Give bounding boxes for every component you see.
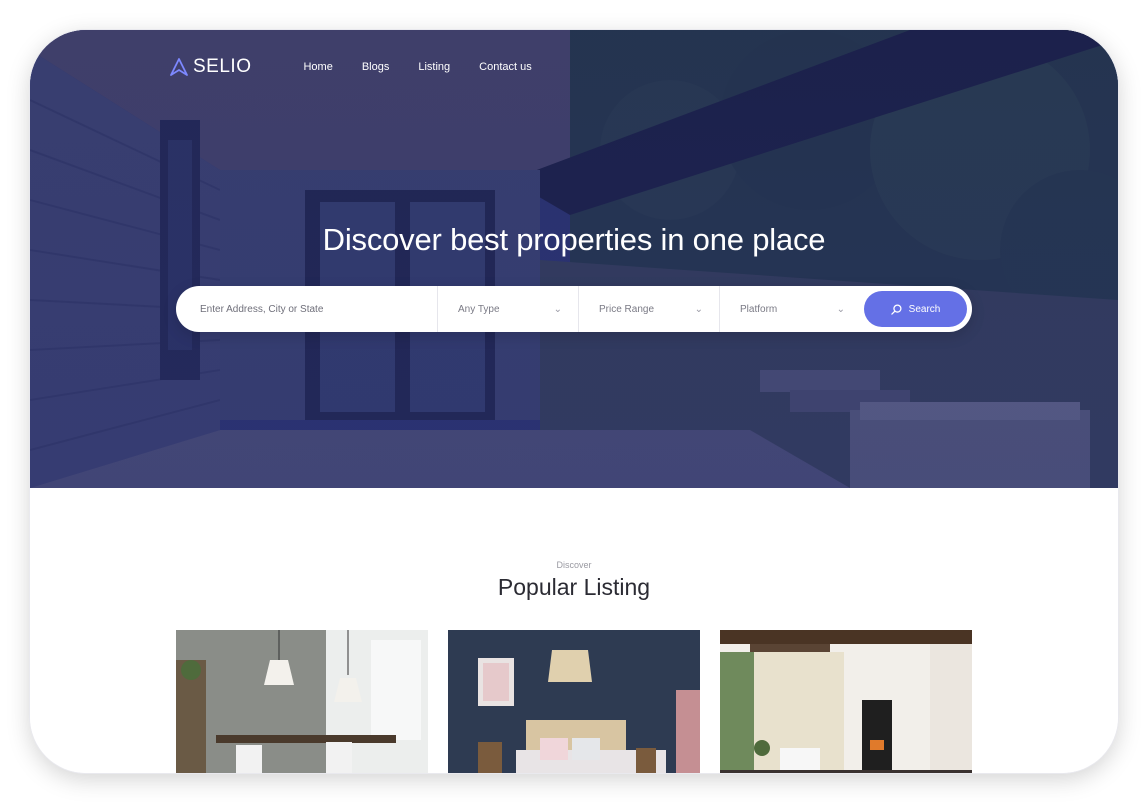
chevron-down-icon: ⌄ bbox=[694, 303, 703, 315]
price-range-select[interactable]: Price Range ⌄ bbox=[579, 286, 720, 332]
dining-room-photo bbox=[176, 630, 428, 773]
search-button-label: Search bbox=[908, 303, 941, 315]
chevron-down-icon: ⌄ bbox=[553, 303, 562, 315]
section-title: Popular Listing bbox=[497, 574, 651, 600]
platform-value: Platform bbox=[740, 303, 778, 315]
search-button[interactable]: Search bbox=[864, 291, 967, 327]
logo-triangle-icon bbox=[170, 58, 188, 76]
top-navigation: SELIO Home Blogs Listing Contact us bbox=[170, 56, 561, 78]
nav-listing-link[interactable]: Listing bbox=[418, 61, 450, 73]
hero-headline: Discover best properties in one place bbox=[322, 222, 826, 257]
chevron-down-icon: ⌄ bbox=[836, 303, 845, 315]
price-range-value: Price Range bbox=[599, 303, 655, 315]
search-icon bbox=[890, 303, 902, 315]
property-search-bar: Enter Address, City or State Any Type ⌄ … bbox=[176, 286, 972, 332]
platform-select[interactable]: Platform ⌄ bbox=[720, 286, 861, 332]
browser-frame: SELIO Home Blogs Listing Contact us Disc… bbox=[30, 30, 1118, 773]
listing-card[interactable] bbox=[176, 630, 428, 773]
living-room-fireplace-photo bbox=[720, 630, 972, 773]
nav-contact-link[interactable]: Contact us bbox=[479, 61, 532, 73]
bedroom-photo bbox=[448, 630, 700, 773]
type-select-value: Any Type bbox=[458, 303, 500, 315]
hero-section: SELIO Home Blogs Listing Contact us Disc… bbox=[30, 30, 1118, 488]
hero-color-overlay bbox=[30, 30, 1118, 488]
address-search-input[interactable]: Enter Address, City or State bbox=[176, 286, 438, 332]
section-eyebrow: Discover bbox=[556, 560, 592, 570]
brand-logo[interactable]: SELIO bbox=[170, 56, 251, 78]
popular-listing-section: Discover Popular Listing bbox=[30, 488, 1118, 773]
listing-card[interactable] bbox=[720, 630, 972, 773]
nav-blogs-link[interactable]: Blogs bbox=[362, 61, 390, 73]
brand-name: SELIO bbox=[193, 56, 252, 77]
type-select[interactable]: Any Type ⌄ bbox=[438, 286, 579, 332]
nav-home-link[interactable]: Home bbox=[303, 61, 332, 73]
listing-card[interactable] bbox=[448, 630, 700, 773]
